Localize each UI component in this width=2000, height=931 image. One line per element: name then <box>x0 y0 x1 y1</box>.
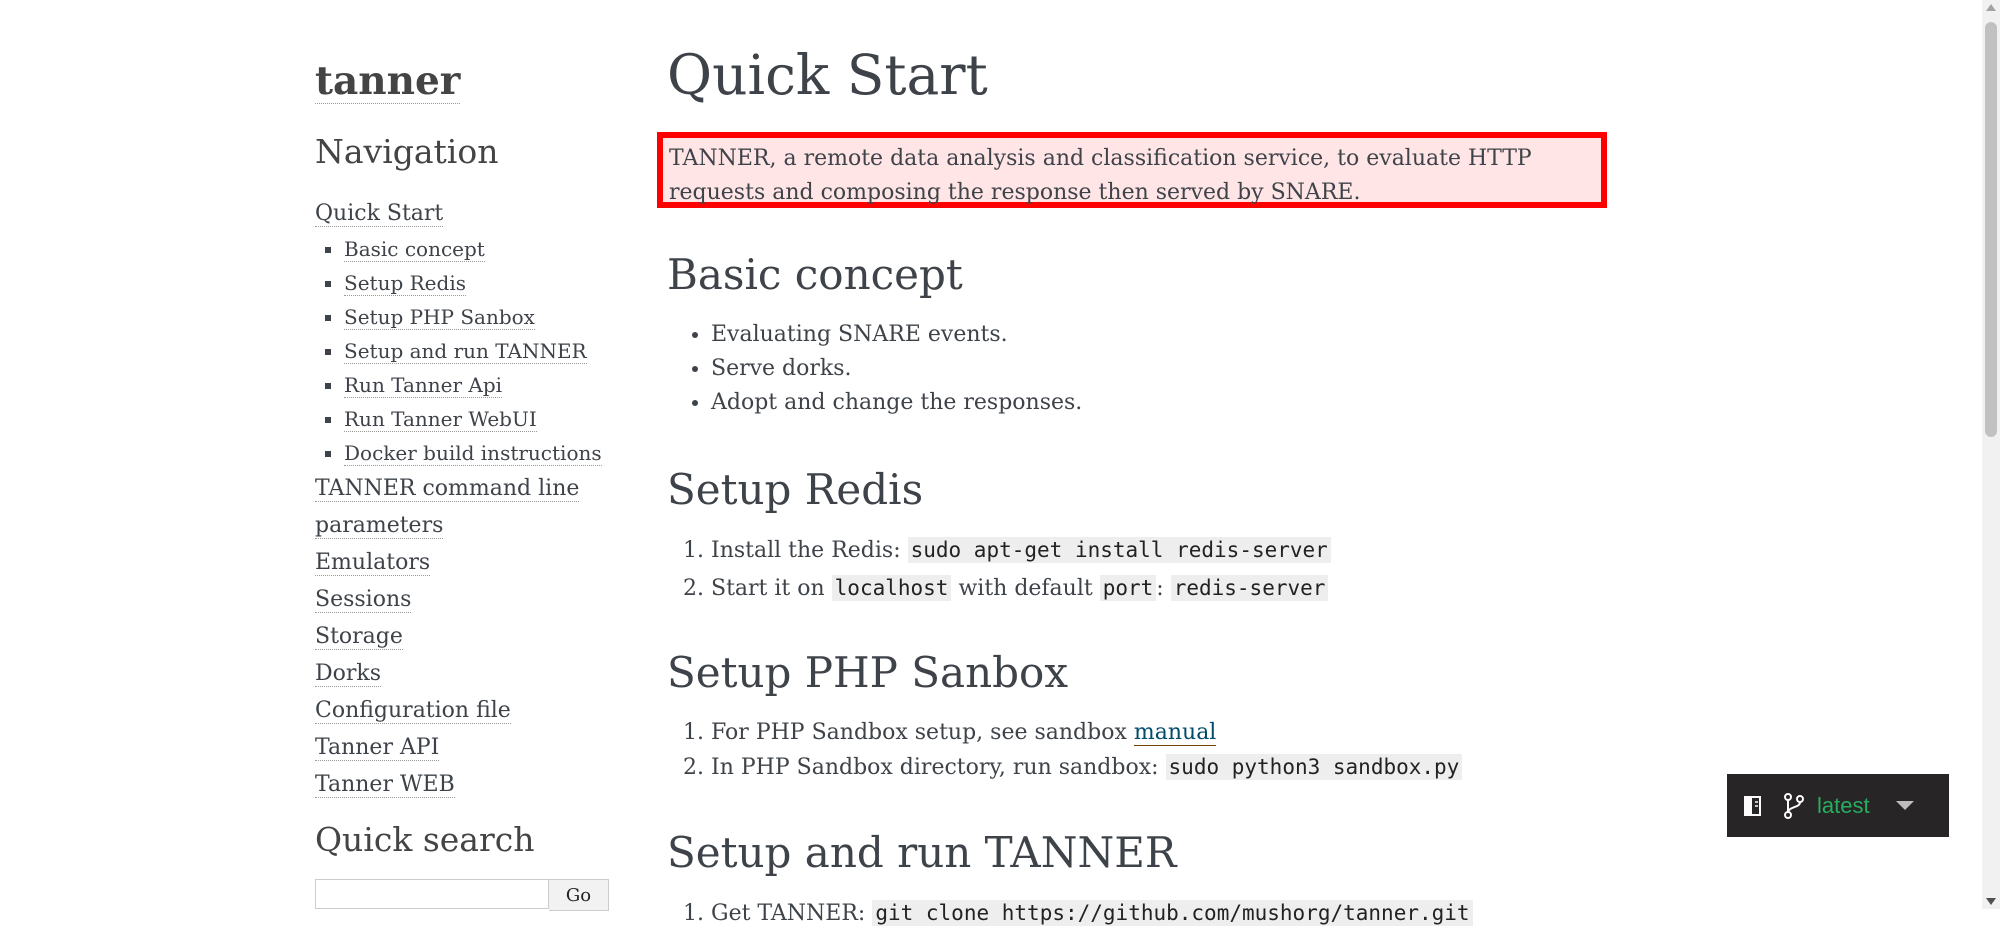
nav-item: Tanner WEB <box>315 766 615 803</box>
nav-item: Sessions <box>315 581 615 618</box>
nav-item: Configuration file <box>315 692 615 729</box>
vertical-scrollbar[interactable] <box>1982 0 2000 909</box>
nav-link-tanner-api[interactable]: Tanner API <box>315 735 440 761</box>
nav-subitem: Setup PHP Sanbox <box>344 300 615 334</box>
nav-link-configuration-file[interactable]: Configuration file <box>315 698 511 724</box>
nav-link-label-line1: TANNER command line <box>315 476 580 501</box>
version-switcher[interactable]: latest <box>1727 774 1949 837</box>
scroll-up-arrow-icon[interactable] <box>1986 4 1996 11</box>
nav-item: Tanner API <box>315 729 615 766</box>
page-title: Quick Start <box>667 43 988 107</box>
code-snippet: port <box>1099 575 1157 601</box>
nav-link-run-tanner-api[interactable]: Run Tanner Api <box>344 373 503 398</box>
nav-item: Emulators <box>315 544 615 581</box>
version-label: latest <box>1817 792 1870 818</box>
list-item: Install the Redis: sudo apt-get install … <box>711 533 1331 568</box>
nav-link-setup-php-sandbox[interactable]: Setup PHP Sanbox <box>344 305 535 330</box>
basic-concept-list: Evaluating SNARE events. Serve dorks. Ad… <box>667 318 1082 420</box>
nav-subitem: Basic concept <box>344 232 615 266</box>
section-heading-basic-concept: Basic concept <box>667 250 963 299</box>
nav-link-sessions[interactable]: Sessions <box>315 587 412 613</box>
nav-item: Quick Start Basic concept Setup Redis Se… <box>315 195 615 470</box>
highlighted-intro-paragraph: TANNER, a remote data analysis and class… <box>657 132 1607 208</box>
nav-subitem: Setup Redis <box>344 266 615 300</box>
manual-link[interactable]: manual <box>1133 720 1217 746</box>
quick-search-heading: Quick search <box>315 820 535 859</box>
site-title-link[interactable]: tanner <box>315 60 461 104</box>
navigation-heading: Navigation <box>315 132 499 171</box>
section-heading-setup-run-tanner: Setup and run TANNER <box>667 828 1177 877</box>
code-snippet: redis-server <box>1170 575 1329 601</box>
scroll-down-arrow-icon[interactable] <box>1986 898 1996 905</box>
nav-link-dorks[interactable]: Dorks <box>315 661 382 687</box>
item-text: Get TANNER: <box>711 901 873 926</box>
code-snippet: sudo python3 sandbox.py <box>1165 754 1463 780</box>
search-form: Go <box>315 879 609 911</box>
nav-subitem: Run Tanner WebUI <box>344 402 615 436</box>
setup-redis-list: Install the Redis: sudo apt-get install … <box>667 533 1331 606</box>
nav-link-emulators[interactable]: Emulators <box>315 550 431 576</box>
list-item: Evaluating SNARE events. <box>711 318 1082 352</box>
nav-item: TANNER command line parameters <box>315 470 615 544</box>
section-heading-setup-redis: Setup Redis <box>667 465 924 514</box>
scrollbar-thumb[interactable] <box>1985 22 1997 437</box>
item-text: : <box>1156 576 1171 601</box>
nav-link-tanner-web[interactable]: Tanner WEB <box>315 772 455 798</box>
nav-link-setup-run-tanner[interactable]: Setup and run TANNER <box>344 339 587 364</box>
nav-subitem: Setup and run TANNER <box>344 334 615 368</box>
sidebar-nav: Quick Start Basic concept Setup Redis Se… <box>315 195 615 803</box>
setup-php-list: For PHP Sandbox setup, see sandbox manua… <box>667 716 1463 785</box>
search-go-button[interactable]: Go <box>549 879 609 911</box>
setup-run-list: Get TANNER: git clone https://github.com… <box>667 896 1473 931</box>
nav-link-quick-start[interactable]: Quick Start <box>315 201 444 227</box>
nav-link-docker-build[interactable]: Docker build instructions <box>344 441 602 466</box>
code-snippet: git clone https://github.com/mushorg/tan… <box>872 900 1473 926</box>
nav-sublist: Basic concept Setup Redis Setup PHP Sanb… <box>315 232 615 470</box>
nav-subitem: Docker build instructions <box>344 436 615 470</box>
item-text: For PHP Sandbox setup, see sandbox <box>711 720 1134 745</box>
list-item: Serve dorks. <box>711 352 1082 386</box>
nav-link-basic-concept[interactable]: Basic concept <box>344 237 485 262</box>
list-item: Get TANNER: git clone https://github.com… <box>711 896 1473 931</box>
nav-item: Dorks <box>315 655 615 692</box>
search-input[interactable] <box>315 879 549 909</box>
nav-subitem: Run Tanner Api <box>344 368 615 402</box>
nav-link-setup-redis[interactable]: Setup Redis <box>344 271 466 296</box>
item-text: Start it on <box>711 576 832 601</box>
list-item: Adopt and change the responses. <box>711 386 1082 420</box>
nav-link-run-tanner-webui[interactable]: Run Tanner WebUI <box>344 407 537 432</box>
nav-item: Storage <box>315 618 615 655</box>
nav-link-label-line2: parameters <box>315 513 444 538</box>
list-item: For PHP Sandbox setup, see sandbox manua… <box>711 716 1462 750</box>
item-text: Install the Redis: <box>711 538 908 563</box>
caret-down-icon <box>1895 801 1914 810</box>
book-icon <box>1743 794 1763 818</box>
item-text: In PHP Sandbox directory, run sandbox: <box>711 755 1166 780</box>
code-snippet: sudo apt-get install redis-server <box>907 537 1331 563</box>
section-heading-setup-php-sandbox: Setup PHP Sanbox <box>667 648 1069 697</box>
code-snippet: localhost <box>831 575 952 601</box>
item-text: with default <box>951 576 1100 601</box>
nav-link-command-line-params[interactable]: TANNER command line parameters <box>315 476 580 539</box>
nav-link-storage[interactable]: Storage <box>315 624 403 650</box>
list-item: In PHP Sandbox directory, run sandbox: s… <box>711 750 1463 785</box>
git-branch-icon <box>1781 792 1807 820</box>
list-item: Start it on localhost with default port:… <box>711 571 1331 606</box>
